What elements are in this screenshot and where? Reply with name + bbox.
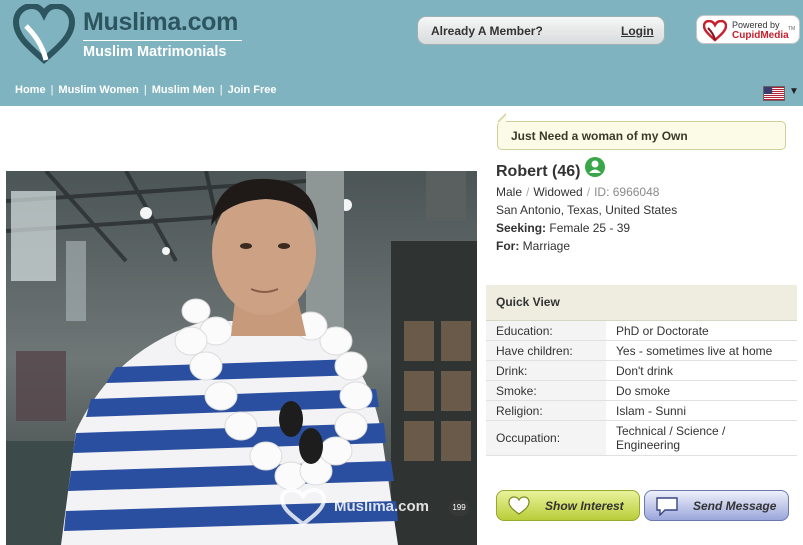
profile-basics: Male / Widowed / ID: 6966048 (496, 185, 660, 199)
send-message-button[interactable]: Send Message (644, 490, 789, 521)
for-label: For: (496, 239, 520, 253)
row-label: Education: (486, 321, 606, 340)
headline-text: Just Need a woman of my Own (511, 129, 688, 143)
row-label: Drink: (486, 361, 606, 380)
heart-logo-icon (12, 4, 76, 64)
show-interest-label: Show Interest (545, 499, 624, 513)
site-header: Muslima.com Muslim Matrimonials Already … (0, 0, 803, 106)
cupidmedia-name: CupidMedia (732, 30, 789, 41)
seeking-label: Seeking: (496, 221, 547, 235)
nav-muslim-women[interactable]: Muslim Women (58, 84, 138, 96)
nav-separator: | (143, 84, 147, 96)
online-status-icon (585, 157, 605, 177)
profile-id: ID: 6966048 (594, 185, 660, 199)
nav-separator: | (219, 84, 223, 96)
send-message-label: Send Message (693, 499, 777, 513)
table-row: Drink: Don't drink (486, 361, 797, 381)
language-dropdown-arrow[interactable]: ▼ (789, 86, 799, 97)
photo-counter: 199 (449, 500, 469, 516)
row-value: Technical / Science / Engineering (616, 424, 726, 452)
heart-icon (508, 496, 530, 515)
row-value: Islam - Sunni (616, 404, 687, 418)
profile-gender: Male (496, 185, 523, 199)
brand-subtitle: Muslim Matrimonials (83, 44, 227, 60)
profile-location: San Antonio, Texas, United States (496, 203, 678, 217)
nav-separator: | (50, 84, 54, 96)
cupidmedia-badge[interactable]: Powered by CupidMedia TM (696, 15, 800, 44)
row-value: PhD or Doctorate (616, 324, 709, 338)
row-label: Occupation: (486, 421, 606, 455)
row-value: Don't drink (616, 364, 673, 378)
us-flag-icon[interactable] (763, 86, 785, 101)
muslima-watermark-icon (279, 488, 327, 527)
member-prompt: Already A Member? (431, 24, 543, 38)
trademark-mark: TM (788, 26, 796, 32)
powered-by-label: Powered by (732, 20, 780, 30)
for-value: Marriage (522, 239, 571, 253)
brand-divider (83, 40, 242, 41)
profile-photo-image (6, 171, 477, 545)
profile-for: For: Marriage (496, 239, 570, 253)
row-label: Smoke: (486, 381, 606, 400)
message-bubble-icon (656, 497, 678, 516)
profile-status: Widowed (533, 185, 583, 199)
muslima-logo[interactable]: Muslima.com Muslim Matrimonials (12, 4, 252, 66)
main-nav: Home | Muslim Women | Muslim Men | Join Free (15, 84, 276, 96)
quick-view-table: Education: PhD or Doctorate Have childre… (486, 321, 797, 456)
table-row: Have children: Yes - sometimes live at h… (486, 341, 797, 361)
login-link[interactable]: Login (621, 24, 654, 38)
table-row: Smoke: Do smoke (486, 381, 797, 401)
show-interest-button[interactable]: Show Interest (496, 490, 640, 521)
profile-name-age: Robert (46) (496, 163, 581, 180)
table-row: Religion: Islam - Sunni (486, 401, 797, 421)
profile-seeking: Seeking: Female 25 - 39 (496, 221, 630, 235)
nav-home[interactable]: Home (15, 84, 46, 96)
cupid-heart-icon (703, 20, 727, 42)
member-login-box: Already A Member? Login (417, 16, 665, 45)
row-value: Yes - sometimes live at home (616, 344, 773, 358)
row-value: Do smoke (616, 384, 671, 398)
brand-title: Muslima.com (83, 8, 239, 36)
row-label: Religion: (486, 401, 606, 420)
nav-join-free[interactable]: Join Free (228, 84, 277, 96)
nav-muslim-men[interactable]: Muslim Men (152, 84, 215, 96)
quick-view-title: Quick View (496, 295, 560, 309)
row-label: Have children: (486, 341, 606, 360)
photo-watermark-text: Muslima.com (334, 498, 430, 515)
profile-headline: Just Need a woman of my Own (497, 113, 786, 150)
quick-view-panel: Quick View Education: PhD or Doctorate H… (486, 285, 797, 456)
profile-photo[interactable] (6, 171, 477, 545)
table-row: Education: PhD or Doctorate (486, 321, 797, 341)
quick-view-header: Quick View (486, 285, 797, 321)
table-row: Occupation: Technical / Science / Engine… (486, 421, 797, 456)
seeking-value: Female 25 - 39 (549, 221, 631, 235)
